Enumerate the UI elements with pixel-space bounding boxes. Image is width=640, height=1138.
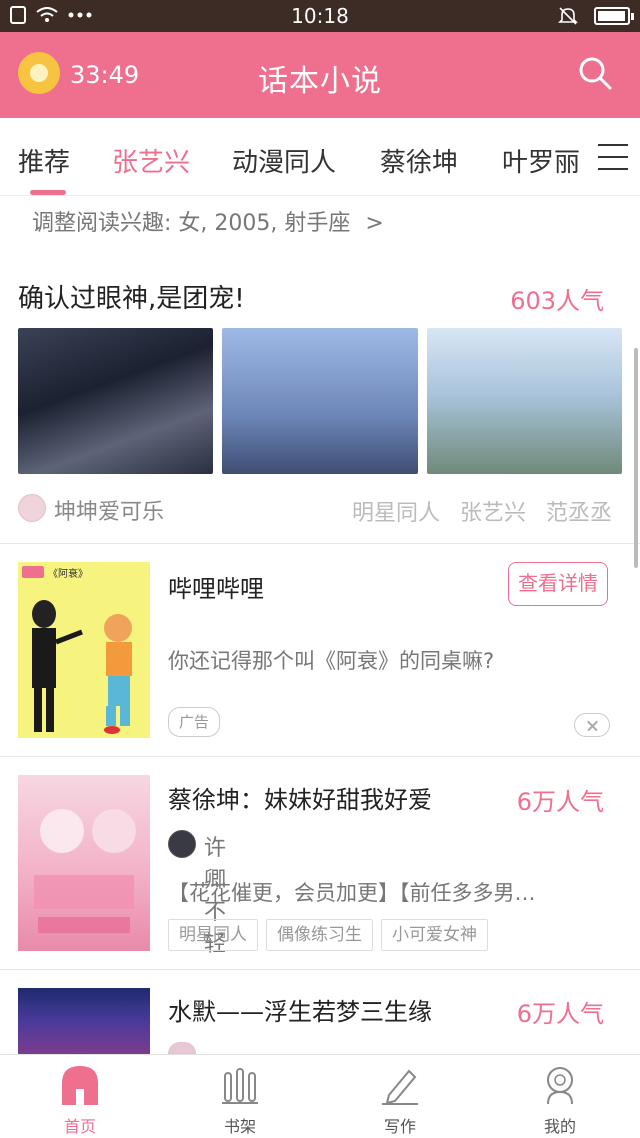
avatar[interactable] <box>168 830 196 858</box>
tag[interactable]: 明星同人 <box>352 495 440 527</box>
tag[interactable]: 偶像练习生 <box>266 919 373 951</box>
mute-icon <box>558 7 578 25</box>
ad-cover-image[interactable]: 《阿衰》 <box>18 562 150 738</box>
divider <box>0 543 640 544</box>
cartoon-illustration <box>32 600 132 734</box>
app-header: 33:49 话本小说 <box>0 32 640 118</box>
tab-anime-fanfic[interactable]: 动漫同人 <box>232 142 336 179</box>
profile-icon <box>547 1067 573 1105</box>
divider <box>0 969 640 970</box>
featured-author-name[interactable]: 坤坤爱可乐 <box>54 494 164 526</box>
nav-write-label: 写作 <box>383 1117 416 1136</box>
bookshelf-icon <box>222 1068 258 1104</box>
divider <box>0 756 640 757</box>
tag[interactable]: 张艺兴 <box>460 495 526 527</box>
scrollbar[interactable] <box>634 348 638 568</box>
cover-art <box>34 809 136 933</box>
ad-cover-caption: 《阿衰》 <box>48 569 88 580</box>
tab-cai-xukun[interactable]: 蔡徐坤 <box>380 142 458 179</box>
nav-home-label: 首页 <box>63 1117 96 1136</box>
tab-zhang-yixing[interactable]: 张艺兴 <box>112 142 190 179</box>
tab-ye-luoli[interactable]: 叶罗丽 <box>502 142 580 179</box>
tag[interactable]: 范丞丞 <box>546 495 612 527</box>
book-description: 【花花催更，会员加更】【前任多多男… <box>168 881 536 905</box>
ad-logo-icon <box>22 566 44 578</box>
book-popularity: 6万人气 <box>516 788 604 816</box>
book-popularity: 6万人气 <box>516 1000 604 1028</box>
adjust-interest-text: 调整阅读兴趣: 女, 2005, 射手座 <box>32 211 351 236</box>
featured-photo-3[interactable] <box>426 328 622 474</box>
status-time: 10:18 <box>291 4 349 28</box>
featured-popularity: 603人气 <box>510 287 604 315</box>
view-details-button[interactable]: 查看详情 <box>508 562 608 606</box>
bottom-nav: 首页 书架 写作 我的 <box>0 1054 640 1138</box>
featured-photo-1[interactable] <box>18 328 214 474</box>
featured-tags: 明星同人 张艺兴 范丞丞 <box>352 495 612 527</box>
book-cover[interactable] <box>18 988 150 1054</box>
adjust-interest-link[interactable]: 调整阅读兴趣: 女, 2005, 射手座 > <box>32 205 384 237</box>
tag[interactable]: 明星同人 <box>168 919 258 951</box>
nav-bookshelf[interactable]: 书架 <box>160 1055 320 1138</box>
app-title: 话本小说 <box>258 64 382 99</box>
tag[interactable]: 小可爱女神 <box>381 919 488 951</box>
category-tabs: 推荐 张艺兴 动漫同人 蔡徐坤 叶罗丽 <box>0 118 640 196</box>
tab-recommend[interactable]: 推荐 <box>18 142 70 179</box>
close-icon[interactable] <box>574 713 610 737</box>
pen-icon <box>382 1069 418 1105</box>
battery-level <box>598 11 625 21</box>
avatar[interactable] <box>168 1042 196 1054</box>
status-right-icons <box>558 6 634 26</box>
book-cover[interactable] <box>18 775 150 951</box>
nav-write[interactable]: 写作 <box>320 1055 480 1138</box>
book-tags: 明星同人 偶像练习生 小可爱女神 <box>168 919 488 951</box>
nav-profile-label: 我的 <box>543 1117 576 1136</box>
nav-home[interactable]: 首页 <box>0 1055 160 1138</box>
ad-description: 你还记得那个叫《阿衰》的同桌嘛? <box>168 649 495 673</box>
chevron-right-icon: > <box>365 211 384 236</box>
featured-photos[interactable] <box>18 328 622 474</box>
tab-active-indicator <box>30 190 66 195</box>
book-title[interactable]: 蔡徐坤：妹妹好甜我好爱 <box>168 780 432 815</box>
home-icon <box>62 1066 98 1105</box>
featured-photo-2[interactable] <box>222 328 418 474</box>
featured-title[interactable]: 确认过眼神,是团宠! <box>18 278 245 315</box>
menu-icon[interactable] <box>598 144 628 170</box>
status-bar: 10:18 <box>0 0 640 32</box>
book-title[interactable]: 水默——浮生若梦三生缘 <box>168 992 432 1027</box>
ad-title[interactable]: 哔哩哔哩 <box>168 569 264 604</box>
search-icon[interactable] <box>578 56 612 90</box>
nav-profile[interactable]: 我的 <box>480 1055 640 1138</box>
featured-author-row: 坤坤爱可乐 明星同人 张艺兴 范丞丞 <box>18 492 622 526</box>
ad-badge: 广告 <box>168 707 220 737</box>
avatar[interactable] <box>18 494 46 522</box>
nav-bookshelf-label: 书架 <box>223 1117 256 1136</box>
battery-icon <box>594 7 634 25</box>
